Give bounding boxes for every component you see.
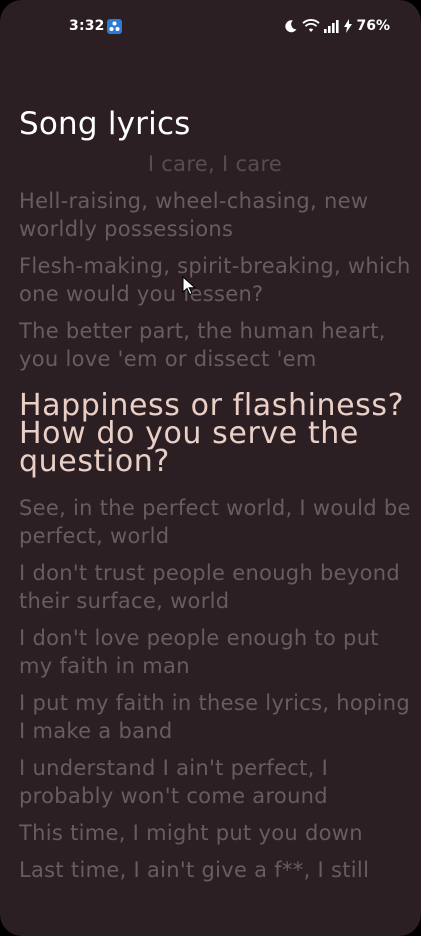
charging-icon bbox=[344, 19, 353, 33]
lyric-line[interactable]: I don't trust people enough beyond their… bbox=[19, 559, 411, 615]
page-title: Song lyrics bbox=[19, 106, 191, 142]
lyric-line[interactable]: I understand I ain't perfect, I probably… bbox=[19, 754, 411, 810]
lyric-line[interactable]: Flesh-making, spirit-breaking, which one… bbox=[19, 252, 411, 308]
lyric-line-active[interactable]: Happiness or flashiness? How do you serv… bbox=[19, 391, 411, 477]
status-time: 3:32 bbox=[69, 18, 105, 34]
lyric-line[interactable]: Hell-raising, wheel-chasing, new worldly… bbox=[19, 187, 411, 243]
status-icons: 76% bbox=[284, 18, 390, 34]
lyric-line[interactable]: See, in the perfect world, I would be pe… bbox=[19, 494, 411, 550]
lyric-line[interactable]: This time, I might put you down bbox=[19, 819, 411, 847]
notification-app-icon bbox=[107, 19, 122, 34]
lyric-line[interactable]: I put my faith in these lyrics, hoping I… bbox=[19, 689, 411, 745]
mouse-cursor-icon bbox=[182, 275, 197, 296]
lyric-line[interactable]: I care, I care bbox=[19, 150, 411, 178]
lyric-line[interactable]: Last time, I ain't give a f**, I still bbox=[19, 856, 411, 884]
signal-icon bbox=[324, 19, 340, 33]
lyric-line[interactable]: I don't love people enough to put my fai… bbox=[19, 624, 411, 680]
lyrics-list[interactable]: I care, I care Hell-raising, wheel-chasi… bbox=[19, 150, 411, 922]
status-bar: 3:32 76% bbox=[0, 0, 421, 56]
wifi-icon bbox=[302, 19, 321, 33]
moon-icon bbox=[284, 19, 298, 33]
lyrics-screen: 3:32 76% Song lyrics I care, I care Hell… bbox=[0, 0, 421, 936]
lyric-line[interactable]: The better part, the human heart, you lo… bbox=[19, 317, 411, 373]
battery-percent: 76% bbox=[356, 18, 390, 34]
